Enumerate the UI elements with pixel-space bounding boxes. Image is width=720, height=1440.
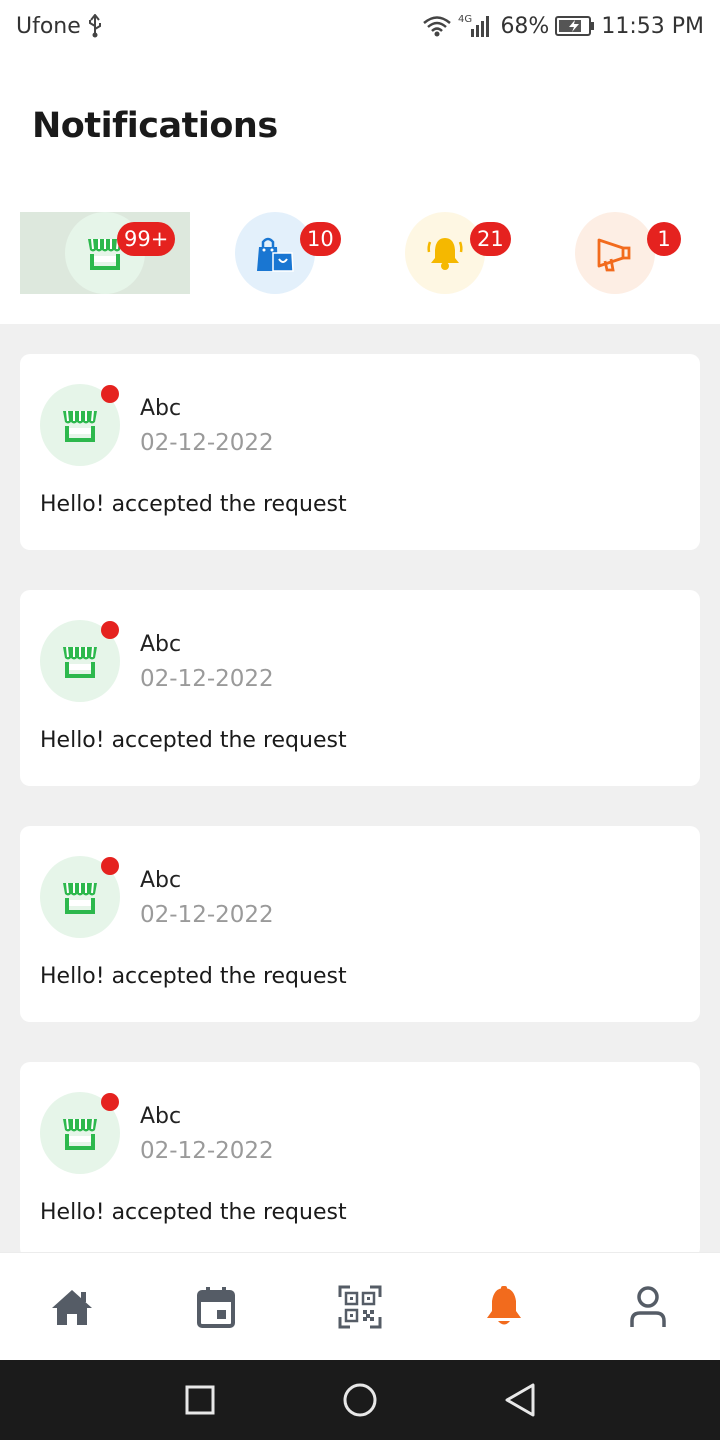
category-tab-announcements[interactable]: 1 [530,202,700,302]
square-icon[interactable] [180,1380,220,1420]
notification-sender: Abc [140,396,182,421]
announcements-badge: 1 [647,222,681,256]
bell-icon[interactable] [480,1283,528,1331]
network-type-label: 4G [458,14,472,25]
signal-icon: 4G [458,13,494,39]
home-icon[interactable] [48,1283,96,1331]
unread-dot [101,1093,119,1111]
shopping-bags-icon [235,212,315,294]
carrier-name: Ufone [16,13,81,39]
category-tab-store[interactable]: 99+ [20,202,190,302]
circle-icon[interactable] [340,1380,380,1420]
notification-card[interactable]: Abc 02-12-2022 Hello! accepted the reque… [20,826,700,1022]
notification-date: 02-12-2022 [140,1138,274,1164]
calendar-icon[interactable] [192,1283,240,1331]
notification-date: 02-12-2022 [140,430,274,456]
notification-sender: Abc [140,632,182,657]
notification-card[interactable]: Abc 02-12-2022 Hello! accepted the reque… [20,1062,700,1258]
notification-message: Hello! accepted the request [40,964,347,989]
notification-sender: Abc [140,1104,182,1129]
notification-sender: Abc [140,868,182,893]
notification-card[interactable]: Abc 02-12-2022 Hello! accepted the reque… [20,354,700,550]
notification-card[interactable]: Abc 02-12-2022 Hello! accepted the reque… [20,590,700,786]
store-badge: 99+ [117,222,176,256]
unread-dot [101,621,119,639]
notification-message: Hello! accepted the request [40,1200,347,1225]
shopping-badge: 10 [300,222,341,256]
battery-percent: 68% [500,13,550,39]
bell-icon [405,212,485,294]
notification-date: 02-12-2022 [140,666,274,692]
notification-message: Hello! accepted the request [40,728,347,753]
category-tabs: 99+ 10 21 1 [20,202,700,302]
clock: 11:53 PM [601,13,704,39]
category-tab-alerts[interactable]: 21 [360,202,530,302]
system-nav-bar [0,1360,720,1440]
megaphone-icon [575,212,655,294]
alerts-badge: 21 [470,222,511,256]
status-bar: Ufone 4G 68% 11:53 PM [0,0,720,52]
back-triangle-icon[interactable] [500,1380,540,1420]
usb-icon [87,14,103,38]
unread-dot [101,857,119,875]
page-title: Notifications [32,106,278,146]
category-tab-shopping[interactable]: 10 [190,202,360,302]
header: Notifications 99+ 10 21 1 [0,52,720,324]
wifi-icon [422,14,452,38]
notification-date: 02-12-2022 [140,902,274,928]
notification-message: Hello! accepted the request [40,492,347,517]
profile-icon[interactable] [624,1283,672,1331]
battery-icon [555,15,595,37]
qr-code-icon[interactable] [336,1283,384,1331]
unread-dot [101,385,119,403]
bottom-nav [0,1252,720,1360]
